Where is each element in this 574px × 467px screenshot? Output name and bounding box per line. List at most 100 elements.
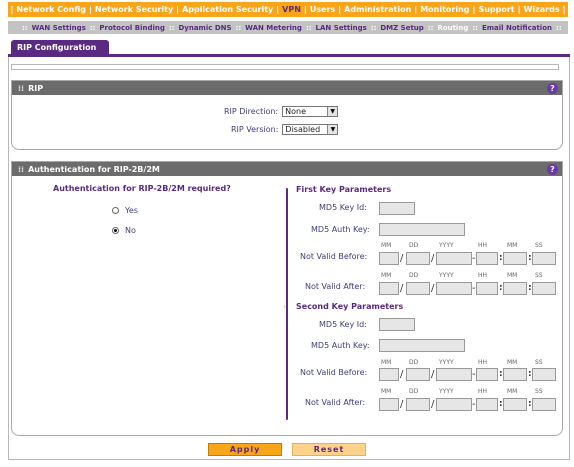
first-not-valid-before-row: Not Valid Before: <box>300 252 367 261</box>
rip-version-row: RIP Version: Disabled ▼ <box>231 124 339 135</box>
first-after-hh[interactable] <box>476 282 498 295</box>
auth-required-title: Authentication for RIP-2B/2M required? <box>53 184 231 193</box>
col-dd: DD <box>409 359 419 366</box>
topnav-wizards[interactable]: Wizards <box>524 5 560 14</box>
second-after-ss[interactable] <box>532 398 556 411</box>
topnav-application-security[interactable]: Application Security <box>182 5 273 14</box>
topnav-administration[interactable]: Administration <box>344 5 411 14</box>
col-mm: MM <box>381 272 392 279</box>
second-md5-auth-key-row: MD5 Auth Key: <box>311 341 370 350</box>
first-before-dd[interactable] <box>406 252 430 265</box>
topnav-network-security[interactable]: Network Security <box>95 5 173 14</box>
second-before-hh[interactable] <box>476 368 498 381</box>
md5-key-id-label: MD5 Key Id: <box>319 203 367 212</box>
first-before-yyyy[interactable] <box>436 252 472 265</box>
second-after-min[interactable] <box>503 398 527 411</box>
arrow-right-icon: › <box>283 302 287 311</box>
topnav-monitoring[interactable]: Monitoring <box>420 5 469 14</box>
radio-no-label: No <box>125 226 136 235</box>
radio-no[interactable] <box>112 227 119 234</box>
first-after-dd[interactable] <box>406 282 430 295</box>
col-hh: HH <box>478 242 488 249</box>
first-before-ss[interactable] <box>532 252 556 265</box>
radio-yes-label: Yes <box>125 206 138 215</box>
col-hh: HH <box>478 272 488 279</box>
col-mm: MM <box>381 242 392 249</box>
topnav-users[interactable]: Users <box>310 5 335 14</box>
subnav-dmz-setup[interactable]: DMZ Setup <box>380 24 423 32</box>
help-icon[interactable]: ? <box>547 164 558 175</box>
col-ss: SS <box>535 388 543 395</box>
second-after-mm[interactable] <box>379 398 399 411</box>
radio-yes-row[interactable]: Yes <box>112 206 138 215</box>
subnav-dynamic-dns[interactable]: Dynamic DNS <box>178 24 231 32</box>
col-hh: HH <box>478 359 488 366</box>
subnav-protocol-binding[interactable]: Protocol Binding <box>99 24 164 32</box>
subnav-wan-settings[interactable]: WAN Settings <box>32 24 86 32</box>
col-mm: MM <box>381 359 392 366</box>
topnav-network-config[interactable]: Network Config <box>16 5 86 14</box>
second-after-hh[interactable] <box>476 398 498 411</box>
subnav-wan-metering[interactable]: WAN Metering <box>245 24 302 32</box>
topnav-vpn[interactable]: VPN <box>282 5 301 14</box>
second-before-dd[interactable] <box>406 368 430 381</box>
first-after-yyyy[interactable] <box>436 282 472 295</box>
sub-nav: :: WAN Settings :: Protocol Binding :: D… <box>8 21 568 34</box>
subnav-email-notification[interactable]: Email Notification <box>482 24 552 32</box>
subnav-lan-settings[interactable]: LAN Settings <box>316 24 367 32</box>
col-ss: SS <box>535 272 543 279</box>
second-not-valid-after-row: Not Valid After: <box>305 398 365 407</box>
first-before-mm[interactable] <box>379 252 399 265</box>
col-hh: HH <box>478 388 488 395</box>
rip-version-select[interactable]: Disabled ▼ <box>282 124 339 135</box>
radio-no-row[interactable]: No <box>112 226 136 235</box>
first-before-min[interactable] <box>503 252 527 265</box>
first-md5-key-id-row: MD5 Key Id: <box>319 203 367 212</box>
first-after-mm[interactable] <box>379 282 399 295</box>
md5-auth-key-label: MD5 Auth Key: <box>311 225 370 234</box>
auth-required-title-row: Authentication for RIP-2B/2M required? <box>53 184 231 193</box>
tab-rip-configuration[interactable]: RIP Configuration <box>11 40 109 55</box>
col-yyyy: YYYY <box>439 272 454 279</box>
not-valid-after-label: Not Valid After: <box>305 398 366 407</box>
first-md5-key-id-input[interactable] <box>379 202 415 215</box>
first-before-hh[interactable] <box>476 252 498 265</box>
second-before-ss[interactable] <box>532 368 556 381</box>
column-divider <box>286 188 288 420</box>
second-before-min[interactable] <box>503 368 527 381</box>
second-before-yyyy[interactable] <box>436 368 472 381</box>
second-md5-key-id-input[interactable] <box>379 318 415 331</box>
radio-yes[interactable] <box>112 207 119 214</box>
help-icon[interactable]: ? <box>547 83 558 94</box>
md5-key-id-label: MD5 Key Id: <box>319 320 367 329</box>
col-yyyy: YYYY <box>439 388 454 395</box>
rip-direction-value: None <box>285 107 306 116</box>
rip-direction-select[interactable]: None ▼ <box>282 106 339 117</box>
col-min: MM <box>507 359 518 366</box>
second-after-yyyy[interactable] <box>436 398 472 411</box>
first-not-valid-after-row: Not Valid After: <box>305 282 365 291</box>
first-after-min[interactable] <box>503 282 527 295</box>
grip-icon: ⁞⁞ <box>18 83 25 93</box>
auth-panel-title: Authentication for RIP-2B/2M <box>28 164 160 174</box>
rip-panel-title: RIP <box>28 83 44 93</box>
reset-button[interactable]: Reset <box>292 443 366 456</box>
second-md5-auth-key-input[interactable] <box>379 339 465 352</box>
col-min: MM <box>507 272 518 279</box>
second-before-mm[interactable] <box>379 368 399 381</box>
subnav-routing[interactable]: Routing <box>437 24 468 32</box>
topnav-support[interactable]: Support <box>478 5 514 14</box>
first-md5-auth-key-input[interactable] <box>379 223 465 236</box>
second-not-valid-before-row: Not Valid Before: <box>300 368 367 377</box>
second-key-title-row: Second Key Parameters <box>296 302 403 311</box>
second-after-dd[interactable] <box>406 398 430 411</box>
second-md5-key-id-row: MD5 Key Id: <box>319 320 367 329</box>
col-yyyy: YYYY <box>439 242 454 249</box>
first-md5-auth-key-row: MD5 Auth Key: <box>311 225 370 234</box>
apply-button[interactable]: Apply <box>208 443 282 456</box>
top-nav: | Network Config | Network Security | Ap… <box>8 2 568 17</box>
first-after-ss[interactable] <box>532 282 556 295</box>
rip-version-label: RIP Version: <box>231 125 279 134</box>
auth-panel-header: ⁞⁞ Authentication for RIP-2B/2M ? <box>12 162 562 176</box>
chevron-down-icon: ▼ <box>327 107 338 116</box>
